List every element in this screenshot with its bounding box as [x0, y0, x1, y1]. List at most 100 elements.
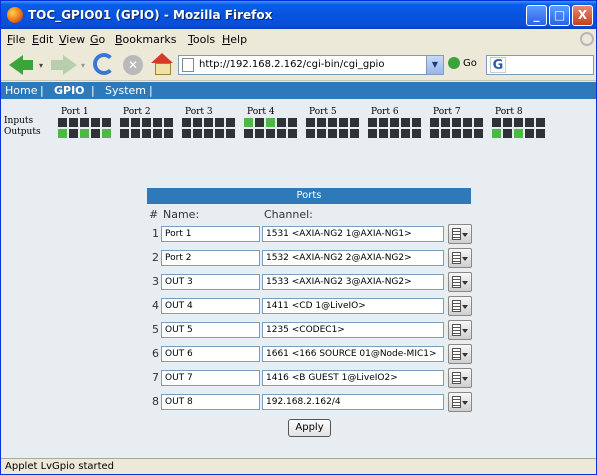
menu-view[interactable]: View: [59, 33, 85, 46]
port-label: Port 8: [495, 107, 523, 117]
output-led: [350, 129, 359, 138]
stop-icon[interactable]: ✕: [123, 55, 143, 75]
port-name-input[interactable]: OUT 8: [161, 394, 260, 410]
search-box[interactable]: G: [486, 55, 594, 75]
output-led: [244, 129, 253, 138]
port-row-number: 2: [152, 251, 159, 264]
input-led: [153, 118, 162, 127]
input-led: [226, 118, 235, 127]
menu-help[interactable]: Help: [222, 33, 247, 46]
channel-browse-button[interactable]: [448, 368, 472, 388]
port-name-input[interactable]: OUT 6: [161, 346, 260, 362]
dropdown-arrow-icon: [462, 329, 468, 333]
nav-gpio[interactable]: GPIO: [54, 84, 85, 97]
channel-browse-button[interactable]: [448, 224, 472, 244]
port-name-input[interactable]: OUT 7: [161, 370, 260, 386]
home-icon[interactable]: [151, 53, 173, 75]
dropdown-arrow-icon: [462, 353, 468, 357]
back-dropdown-icon[interactable]: ▾: [39, 61, 43, 70]
port-channel-input[interactable]: 1235 <CODEC1>: [262, 322, 444, 338]
forward-dropdown-icon[interactable]: ▾: [81, 61, 85, 70]
output-led: [401, 129, 410, 138]
menu-file[interactable]: File: [7, 33, 25, 46]
output-led: [266, 129, 275, 138]
port-row-number: 5: [152, 323, 159, 336]
apply-button[interactable]: Apply: [288, 419, 331, 437]
output-led: [328, 129, 337, 138]
url-text[interactable]: http://192.168.2.162/cgi-bin/cgi_gpio: [199, 59, 384, 70]
channel-browse-button[interactable]: [448, 344, 472, 364]
input-led: [390, 118, 399, 127]
output-led: [120, 129, 129, 138]
nav-separator: |: [91, 84, 95, 97]
menu-edit[interactable]: Edit: [32, 33, 53, 46]
title-bar[interactable]: TOC_GPIO01 (GPIO) - Mozilla Firefox _ □ …: [1, 1, 596, 29]
nav-home[interactable]: Home: [5, 84, 37, 97]
output-led: [412, 129, 421, 138]
firefox-icon: [7, 7, 23, 23]
go-icon: [448, 57, 460, 69]
menu-tools[interactable]: Tools: [188, 33, 215, 46]
output-led: [492, 129, 501, 138]
port-channel-input[interactable]: 1533 <AXIA-NG2 3@AXIA-NG2>: [262, 274, 444, 290]
nav-system[interactable]: System: [105, 84, 146, 97]
port-name-input[interactable]: OUT 4: [161, 298, 260, 314]
input-led: [91, 118, 100, 127]
port-channel-input[interactable]: 1411 <CD 1@LiveIO>: [262, 298, 444, 314]
app-nav-bar: Home | GPIO | System |: [1, 82, 596, 99]
go-button[interactable]: Go: [448, 57, 477, 73]
channel-browse-button[interactable]: [448, 320, 472, 340]
url-bar[interactable]: http://192.168.2.162/cgi-bin/cgi_gpio ▼: [178, 55, 444, 75]
dropdown-arrow-icon: [462, 257, 468, 261]
url-dropdown-icon[interactable]: ▼: [426, 56, 443, 74]
input-led: [102, 118, 111, 127]
channel-browse-button[interactable]: [448, 272, 472, 292]
dropdown-arrow-icon: [462, 377, 468, 381]
output-led: [288, 129, 297, 138]
throbber-icon: [580, 32, 594, 46]
port-name-input[interactable]: OUT 3: [161, 274, 260, 290]
list-icon: [452, 324, 461, 336]
menu-bookmarks[interactable]: Bookmarks: [115, 33, 176, 46]
output-led: [452, 129, 461, 138]
navigation-toolbar: ▾ ▾ ✕ http://192.168.2.162/cgi-bin/cgi_g…: [1, 49, 596, 81]
port-channel-input[interactable]: 1532 <AXIA-NG2 2@AXIA-NG2>: [262, 250, 444, 266]
input-led: [215, 118, 224, 127]
channel-browse-button[interactable]: [448, 392, 472, 412]
port-name-input[interactable]: Port 1: [161, 226, 260, 242]
forward-arrow-icon[interactable]: [51, 53, 77, 77]
output-led: [69, 129, 78, 138]
port-channel-input[interactable]: 192.168.2.162/4: [262, 394, 444, 410]
input-led: [503, 118, 512, 127]
input-led: [525, 118, 534, 127]
port-channel-input[interactable]: 1531 <AXIA-NG2 1@AXIA-NG1>: [262, 226, 444, 242]
input-led: [328, 118, 337, 127]
output-led: [193, 129, 202, 138]
reload-icon[interactable]: [93, 53, 115, 75]
input-led: [441, 118, 450, 127]
channel-browse-button[interactable]: [448, 248, 472, 268]
close-button[interactable]: X: [572, 5, 593, 26]
input-led: [412, 118, 421, 127]
input-led: [474, 118, 483, 127]
output-led: [441, 129, 450, 138]
port-channel-input[interactable]: 1661 <166 SOURCE 01@Node-MIC1>: [262, 346, 444, 362]
output-led: [153, 129, 162, 138]
port-row-number: 1: [152, 227, 159, 240]
output-led: [277, 129, 286, 138]
port-name-input[interactable]: Port 2: [161, 250, 260, 266]
port-channel-input[interactable]: 1416 <B GUEST 1@LiveIO2>: [262, 370, 444, 386]
maximize-button[interactable]: □: [549, 5, 570, 26]
outputs-label: Outputs: [4, 127, 41, 137]
port-name-input[interactable]: OUT 5: [161, 322, 260, 338]
col-channel-header: Channel:: [264, 208, 313, 221]
minimize-button[interactable]: _: [526, 5, 547, 26]
list-icon: [452, 396, 461, 408]
dropdown-arrow-icon: [462, 233, 468, 237]
status-text: Applet LvGpio started: [5, 461, 115, 472]
input-led: [379, 118, 388, 127]
output-led: [182, 129, 191, 138]
channel-browse-button[interactable]: [448, 296, 472, 316]
menu-go[interactable]: Go: [90, 33, 105, 46]
back-arrow-icon[interactable]: [9, 53, 35, 77]
